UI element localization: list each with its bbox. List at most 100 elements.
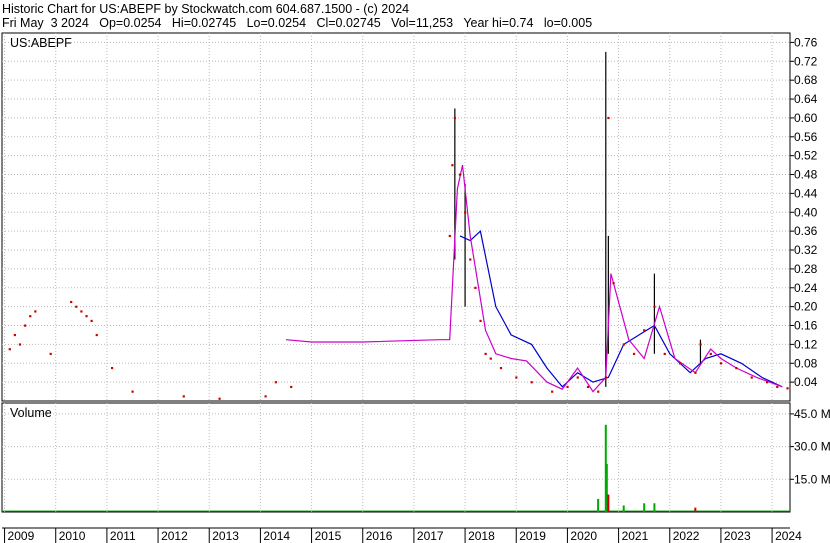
year-tick-label: 2010 <box>59 529 86 543</box>
close-point <box>75 305 78 308</box>
chart-grid <box>2 33 790 512</box>
price-tick-label: 0.12 <box>794 337 818 351</box>
close-point <box>709 352 712 356</box>
price-tick-label: 0.44 <box>794 186 818 200</box>
close-point <box>719 362 723 365</box>
close-point <box>85 315 88 318</box>
close-point <box>499 366 503 370</box>
year-tick-label: 2014 <box>263 529 290 543</box>
close-point <box>49 352 52 356</box>
close-point <box>274 381 277 384</box>
volume-bar <box>694 507 697 512</box>
year-tick-label: 2023 <box>724 529 751 543</box>
price-tick-label: 0.36 <box>794 224 818 238</box>
close-point <box>663 352 666 356</box>
price-panel <box>8 51 789 400</box>
price-tick-label: 0.56 <box>794 130 818 144</box>
close-point <box>290 385 293 389</box>
close-point <box>80 310 83 313</box>
price-tick-label: 0.40 <box>794 205 818 219</box>
close-point <box>653 305 656 308</box>
close-point <box>458 173 462 176</box>
volume-bar <box>622 505 625 512</box>
close-point <box>469 258 472 261</box>
price-tick-label: 0.52 <box>794 149 818 163</box>
close-point <box>586 385 590 389</box>
year-tick-label: 2016 <box>366 529 393 543</box>
price-tick-label: 0.72 <box>794 54 818 68</box>
chart-axes: 0.76 0.72 0.68 0.64 0.60 0.56 0.52 0.48 0.44 0.40… <box>4 35 830 543</box>
price-tick-label: 0.64 <box>794 92 818 106</box>
close-point <box>551 390 554 393</box>
close-point <box>622 343 625 346</box>
close-point <box>451 164 454 167</box>
volume-frame <box>1 402 791 513</box>
close-point <box>735 366 738 370</box>
chart-frame <box>1 32 791 529</box>
close-point <box>694 371 697 374</box>
price-tick-label: 0.76 <box>794 35 818 49</box>
volume-bar <box>607 494 610 512</box>
volume-tick-label: 30.0 M <box>794 440 830 454</box>
price-tick-label: 0.48 <box>794 168 818 182</box>
year-tick-label: 2019 <box>519 529 546 543</box>
close-point <box>678 362 682 365</box>
price-tick-label: 0.16 <box>794 319 818 333</box>
year-tick-label: 2021 <box>622 529 649 543</box>
volume-tick-label: 15.0 M <box>794 472 830 486</box>
price-tick-label: 0.28 <box>794 262 818 276</box>
year-tick-label: 2018 <box>468 529 495 543</box>
close-point <box>111 366 114 370</box>
volume-tick-label: 45.0 M <box>794 407 830 421</box>
close-point <box>776 385 779 389</box>
close-point <box>597 390 600 393</box>
close-point <box>566 385 569 389</box>
close-point <box>607 116 610 120</box>
volume-panel <box>2 424 790 512</box>
close-point <box>95 333 98 337</box>
price-tick-label: 0.20 <box>794 300 818 314</box>
price-panel-label: US:ABEPF <box>10 36 72 50</box>
close-point <box>90 319 93 322</box>
close-point <box>34 310 37 313</box>
year-tick-label: 2009 <box>8 529 35 543</box>
price-tick-label: 0.24 <box>794 281 818 295</box>
stock-chart: 0.76 0.72 0.68 0.64 0.60 0.56 0.52 0.48 0.44 0.40… <box>1 32 830 543</box>
close-point <box>489 357 492 360</box>
close-point <box>530 381 533 384</box>
close-point <box>24 324 27 327</box>
price-tick-label: 0.32 <box>794 243 818 257</box>
close-point <box>604 376 607 379</box>
year-tick-label: 2017 <box>417 529 444 543</box>
close-point <box>643 329 646 332</box>
price-tick-label: 0.04 <box>794 375 818 389</box>
price-tick-label: 0.60 <box>794 111 818 125</box>
close-point <box>464 211 467 214</box>
close-point <box>453 116 457 120</box>
year-tick-label: 2022 <box>673 529 700 543</box>
close-point <box>70 300 73 304</box>
close-point <box>576 376 579 379</box>
year-tick-label: 2011 <box>110 529 136 543</box>
close-point <box>131 390 134 393</box>
year-tick-label: 2012 <box>161 529 188 543</box>
close-point <box>13 333 16 337</box>
volume-bar <box>597 498 600 512</box>
long-moving-average-line <box>459 230 783 388</box>
close-point <box>484 352 487 356</box>
close-point <box>699 343 702 346</box>
close-point <box>786 387 789 390</box>
volume-panel-label: Volume <box>10 406 52 420</box>
close-point <box>515 376 518 379</box>
volume-bar <box>643 503 646 512</box>
close-point <box>264 395 267 398</box>
year-tick-label: 2020 <box>570 529 597 543</box>
price-tick-label: 0.08 <box>794 356 818 370</box>
volume-bar <box>653 503 656 512</box>
close-point <box>182 395 185 398</box>
price-frame <box>1 32 791 402</box>
close-point <box>218 397 221 400</box>
year-tick-label: 2015 <box>315 529 342 543</box>
close-point <box>632 352 636 356</box>
close-point <box>765 381 769 384</box>
